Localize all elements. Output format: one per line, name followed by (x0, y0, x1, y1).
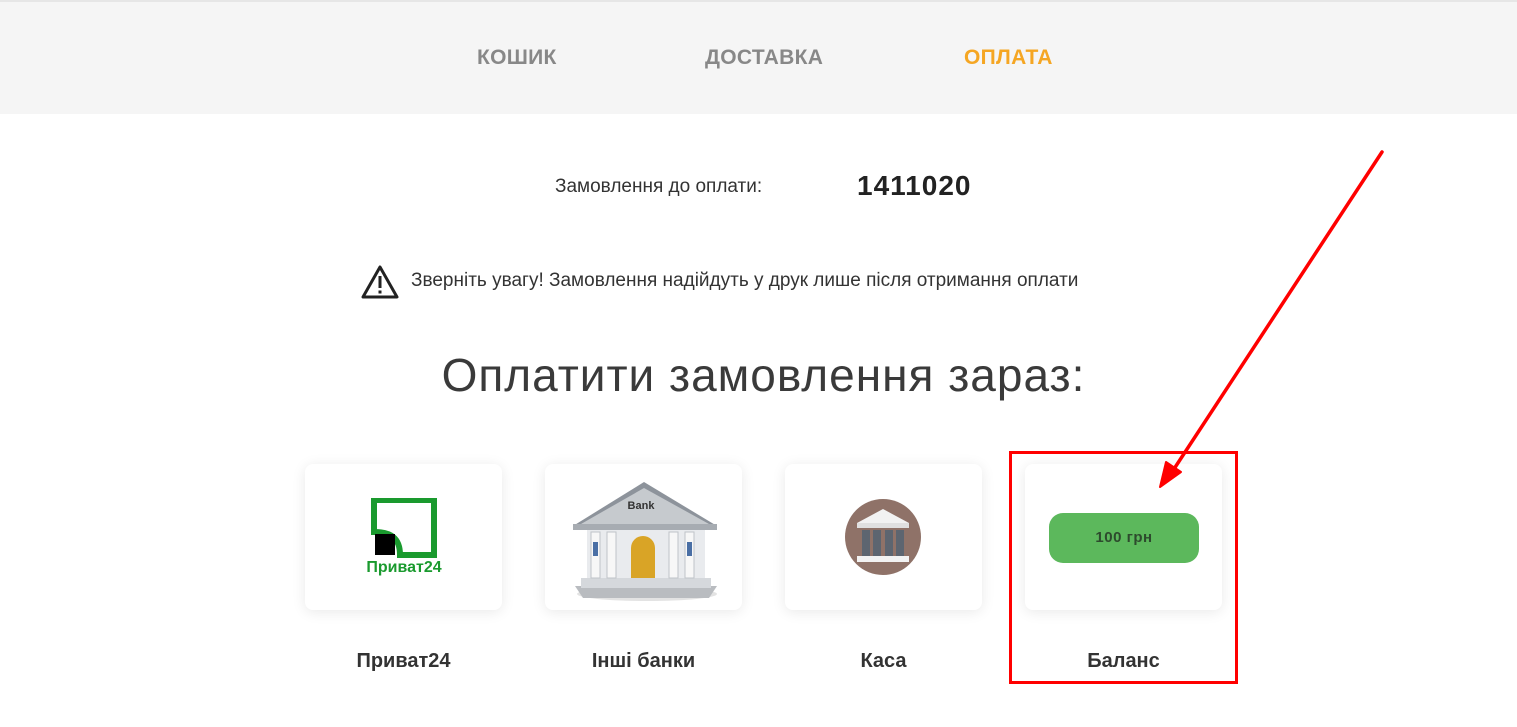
balance-amount-pill: 100 грн (1049, 513, 1199, 563)
step-delivery[interactable]: ДОСТАВКА (705, 46, 823, 70)
privat24-logo-text: Приват24 (366, 559, 441, 576)
checkout-steps-bar: КОШИК ДОСТАВКА ОПЛАТА (0, 0, 1517, 114)
privat24-logo: Приват24 (366, 498, 442, 576)
warning-triangle-icon (361, 265, 399, 299)
payment-method-kasa[interactable] (785, 464, 982, 610)
step-cart[interactable]: КОШИК (477, 46, 557, 70)
bank-sign-text: Bank (628, 500, 656, 512)
step-payment[interactable]: ОПЛАТА (964, 46, 1053, 70)
payment-method-label[interactable]: Баланс (1025, 650, 1222, 673)
payment-method-privat24[interactable]: Приват24 (305, 464, 502, 610)
payment-method-label[interactable]: Приват24 (305, 650, 502, 673)
cashier-building-icon (845, 499, 921, 575)
bank-building-icon: Bank (573, 482, 717, 601)
payment-method-label[interactable]: Інші банки (545, 650, 742, 673)
order-number: 1411020 (857, 170, 972, 201)
payment-method-other-banks[interactable]: Bank (545, 464, 742, 610)
payment-method-balance[interactable]: 100 грн (1025, 464, 1222, 610)
payment-method-label[interactable]: Каса (785, 650, 982, 673)
payment-notice: Зверніть увагу! Замовлення надійдуть у д… (411, 270, 1079, 291)
payment-title: Оплатити замовлення зараз: (441, 349, 1086, 401)
order-label: Замовлення до оплати: (555, 176, 763, 197)
